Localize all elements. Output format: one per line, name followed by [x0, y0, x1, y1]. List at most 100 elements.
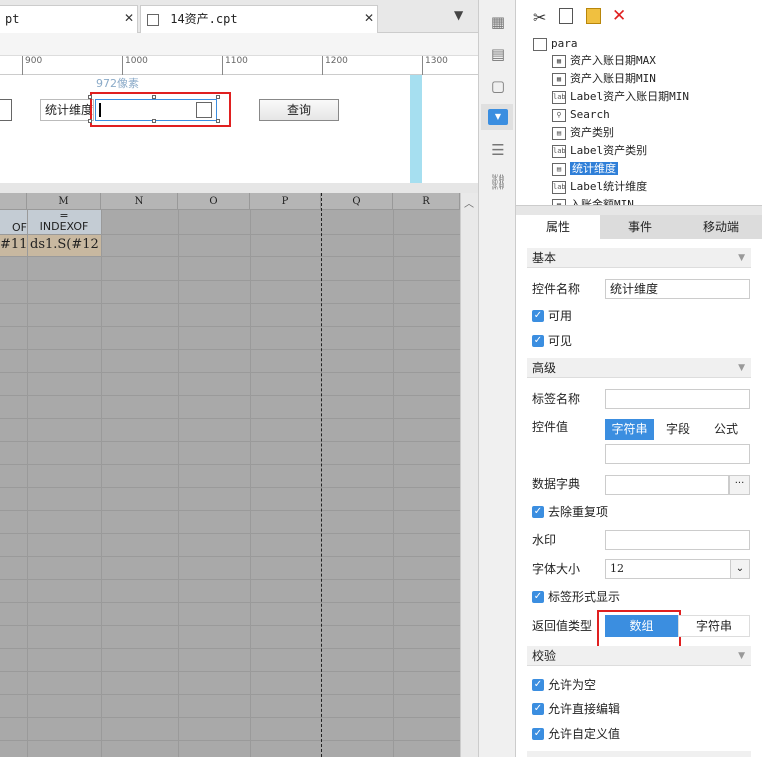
scroll-up-icon[interactable]: ︿: [464, 195, 474, 210]
column-header-n[interactable]: N: [101, 193, 178, 210]
delete-icon[interactable]: ✕: [612, 6, 626, 26]
tag-display-checkbox[interactable]: ✓ 标签形式显示: [532, 587, 620, 607]
control-name-input[interactable]: 统计维度: [605, 279, 750, 299]
spreadsheet-grid[interactable]: M N O P Q R OF = INDEXOF #11 ds1.S(#12: [0, 193, 460, 757]
allow-empty-checkbox[interactable]: ✓ 允许为空: [532, 675, 596, 695]
dedupe-checkbox[interactable]: ✓ 去除重复项: [532, 502, 608, 522]
tree-item[interactable]: lab Label资产入账日期MIN: [552, 88, 689, 106]
column-header-r[interactable]: R: [393, 193, 460, 210]
row-line: [0, 256, 460, 257]
tab-active-file[interactable]: 14资产.cpt: [140, 5, 378, 33]
column-header-partial[interactable]: [0, 193, 27, 210]
return-type-string[interactable]: 字符串: [678, 615, 750, 637]
stat-label-text: 统计维度: [45, 103, 94, 117]
cell-l2[interactable]: #11: [0, 234, 27, 256]
paste-icon[interactable]: [586, 8, 601, 24]
splitter[interactable]: [0, 183, 478, 193]
section-advanced[interactable]: 高级 ▼: [527, 358, 751, 378]
return-type-label: 返回值类型: [532, 619, 593, 633]
check-icon: ✓: [532, 728, 544, 740]
row-line: [0, 648, 460, 649]
control-value-label: 控件值: [532, 420, 569, 434]
tree-root[interactable]: para: [533, 35, 578, 53]
cell-text: INDEXOF: [39, 220, 89, 233]
tree-item-selected[interactable]: ▤ 统计维度: [552, 160, 618, 178]
resize-handle[interactable]: [88, 119, 92, 123]
data-dict-input[interactable]: [605, 475, 729, 495]
row-line: [0, 625, 460, 626]
panel-splitter[interactable]: [516, 205, 762, 215]
resize-handle[interactable]: [216, 119, 220, 123]
chevron-down-icon[interactable]: ⌄: [730, 560, 749, 578]
stack-icon[interactable]: ☰: [488, 140, 508, 160]
row-line: [0, 464, 460, 465]
value-mode-formula[interactable]: 公式: [702, 419, 750, 440]
check-icon: ✓: [532, 310, 544, 322]
widget-partial[interactable]: [0, 99, 12, 121]
resize-handle[interactable]: [88, 95, 92, 99]
tree-item[interactable]: lab Label统计维度: [552, 178, 647, 196]
combobox-icon[interactable]: [196, 102, 212, 118]
value-mode-field[interactable]: 字段: [654, 419, 702, 440]
label-widget-icon: lab: [552, 144, 566, 158]
mode-label: 字符串: [611, 422, 648, 436]
cell-m2[interactable]: ds1.S(#12: [27, 234, 101, 256]
return-type-array[interactable]: 数组: [605, 615, 678, 637]
section-validate[interactable]: 校验 ▼: [527, 646, 751, 666]
label-widget-icon: lab: [552, 180, 566, 194]
allow-edit-checkbox[interactable]: ✓ 允许直接编辑: [532, 699, 620, 719]
row-line: [0, 326, 460, 327]
widget-settings-icon[interactable]: ▼: [488, 109, 508, 125]
ruler-mark: 1300: [422, 56, 448, 75]
close-icon[interactable]: ✕: [364, 5, 374, 31]
resize-handle[interactable]: [152, 119, 156, 123]
cut-icon[interactable]: ✂: [533, 8, 546, 27]
cell-l1[interactable]: OF: [0, 210, 27, 234]
query-button[interactable]: 查询: [259, 99, 339, 121]
tree-item[interactable]: lab Label资产类别: [552, 142, 647, 160]
column-header-m[interactable]: M: [27, 193, 101, 210]
layout-icon[interactable]: ▦: [488, 12, 508, 32]
parameter-canvas: 972像素 统计维度 查询: [0, 75, 478, 183]
tree-item[interactable]: ⚲ Search: [552, 106, 610, 124]
vertical-scrollbar[interactable]: ︿: [460, 193, 478, 757]
link-icon[interactable]: ⛓: [488, 172, 508, 192]
horizontal-ruler: 900 1000 1100 1200 1300: [0, 55, 478, 75]
row-line: [0, 694, 460, 695]
enabled-checkbox[interactable]: ✓ 可用: [532, 306, 572, 326]
tab-properties[interactable]: 属性: [516, 215, 600, 239]
tab-list-dropdown-icon[interactable]: ▼: [454, 8, 463, 22]
row-line: [0, 671, 460, 672]
frame-icon[interactable]: ▢: [488, 76, 508, 96]
value-mode-string[interactable]: 字符串: [605, 419, 654, 440]
visible-checkbox[interactable]: ✓ 可见: [532, 331, 572, 351]
cell-m1[interactable]: = INDEXOF: [27, 210, 101, 234]
resize-handle[interactable]: [152, 95, 156, 99]
row-line: [0, 372, 460, 373]
stat-dimension-label[interactable]: 统计维度: [40, 99, 94, 121]
tab-mobile[interactable]: 移动端: [680, 215, 762, 239]
copy-icon[interactable]: [559, 8, 573, 24]
control-value-input[interactable]: [605, 444, 750, 464]
font-size-select[interactable]: 12: [605, 559, 750, 579]
resize-handle[interactable]: [216, 95, 220, 99]
tree-item[interactable]: ▦ 资产入账日期MIN: [552, 70, 656, 88]
column-header-o[interactable]: O: [178, 193, 250, 210]
watermark-input[interactable]: [605, 530, 750, 550]
section-basic[interactable]: 基本 ▼: [527, 248, 751, 268]
page-break-line: [321, 193, 322, 757]
tree-item[interactable]: ▤ 资产类别: [552, 124, 614, 142]
tab-prev-file[interactable]: pt: [0, 5, 138, 33]
allow-custom-checkbox[interactable]: ✓ 允许自定义值: [532, 724, 620, 744]
cell-element-icon[interactable]: ▤: [488, 44, 508, 64]
data-dict-button[interactable]: ···: [729, 475, 750, 495]
tab-events[interactable]: 事件: [600, 215, 680, 239]
column-header-q[interactable]: Q: [321, 193, 393, 210]
tag-name-input[interactable]: [605, 389, 750, 409]
column-header-p[interactable]: P: [250, 193, 321, 210]
stat-dimension-combobox[interactable]: [95, 99, 217, 121]
close-icon[interactable]: ✕: [124, 5, 134, 31]
tree-item[interactable]: ▦ 资产入账日期MAX: [552, 52, 656, 70]
checkbox-label: 允许直接编辑: [548, 702, 621, 716]
query-button-label: 查询: [286, 103, 311, 117]
